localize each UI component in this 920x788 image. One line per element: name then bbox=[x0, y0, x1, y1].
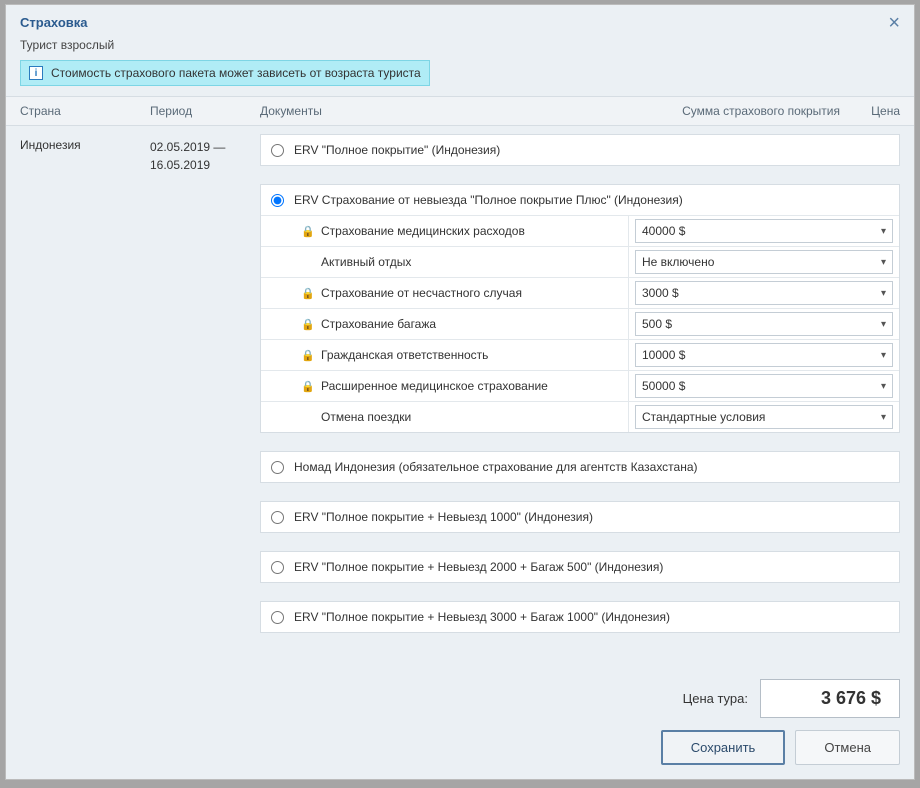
package-row[interactable]: ERV "Полное покрытие + Невыезд 1000" (Ин… bbox=[261, 502, 899, 532]
coverage-select[interactable]: Стандартные условия bbox=[635, 405, 893, 429]
col-coverage: Сумма страхового покрытия bbox=[640, 104, 840, 118]
coverage-options: 🔒 Страхование медицинских расходов 40000… bbox=[261, 215, 899, 432]
coverage-select[interactable]: 40000 $ bbox=[635, 219, 893, 243]
package-radio[interactable] bbox=[271, 461, 284, 474]
coverage-row: Отмена поездки Стандартные условия bbox=[261, 402, 899, 432]
col-period: Период bbox=[150, 104, 260, 118]
coverage-label: Страхование медицинских расходов bbox=[321, 224, 525, 238]
tourist-subtitle: Турист взрослый bbox=[6, 38, 914, 60]
lock-icon: 🔒 bbox=[301, 287, 313, 300]
coverage-label-cell: 🔒 Страхование от несчастного случая bbox=[261, 278, 629, 308]
close-icon[interactable]: × bbox=[888, 13, 900, 33]
coverage-label: Расширенное медицинское страхование bbox=[321, 379, 548, 393]
package-radio[interactable] bbox=[271, 561, 284, 574]
package-radio[interactable] bbox=[271, 194, 284, 207]
coverage-select[interactable]: Не включено bbox=[635, 250, 893, 274]
package-option: Номад Индонезия (обязательное страховани… bbox=[260, 451, 900, 483]
coverage-value-cell: 10000 $ bbox=[629, 340, 899, 370]
coverage-row: Активный отдых Не включено bbox=[261, 247, 899, 278]
package-option: ERV "Полное покрытие + Невыезд 2000 + Ба… bbox=[260, 551, 900, 583]
package-option-selected: ERV Страхование от невыезда "Полное покр… bbox=[260, 184, 900, 433]
cancel-button[interactable]: Отмена bbox=[795, 730, 900, 765]
coverage-label-cell: Активный отдых bbox=[261, 247, 629, 277]
coverage-value-cell: Не включено bbox=[629, 247, 899, 277]
coverage-select[interactable]: 500 $ bbox=[635, 312, 893, 336]
package-radio[interactable] bbox=[271, 511, 284, 524]
coverage-select[interactable]: 3000 $ bbox=[635, 281, 893, 305]
country-value: Индонезия bbox=[20, 134, 150, 651]
coverage-label: Страхование от несчастного случая bbox=[321, 286, 522, 300]
coverage-row: 🔒 Расширенное медицинское страхование 50… bbox=[261, 371, 899, 402]
coverage-label-cell: 🔒 Страхование медицинских расходов bbox=[261, 216, 629, 246]
save-button[interactable]: Сохранить bbox=[661, 730, 786, 765]
coverage-label: Страхование багажа bbox=[321, 317, 436, 331]
info-text: Стоимость страхового пакета может зависе… bbox=[51, 66, 421, 80]
coverage-label-cell: Отмена поездки bbox=[261, 402, 629, 432]
modal-title: Страховка bbox=[20, 15, 900, 30]
coverage-label-cell: 🔒 Гражданская ответственность bbox=[261, 340, 629, 370]
price-label: Цена тура: bbox=[683, 691, 748, 706]
col-price: Цена bbox=[840, 104, 900, 118]
columns-header: Страна Период Документы Сумма страхового… bbox=[6, 96, 914, 126]
package-option: ERV "Полное покрытие" (Индонезия) bbox=[260, 134, 900, 166]
coverage-label: Гражданская ответственность bbox=[321, 348, 488, 362]
period-value: 02.05.2019 — 16.05.2019 bbox=[150, 134, 260, 651]
coverage-label-cell: 🔒 Расширенное медицинское страхование bbox=[261, 371, 629, 401]
package-row[interactable]: Номад Индонезия (обязательное страховани… bbox=[261, 452, 899, 482]
package-label: ERV Страхование от невыезда "Полное покр… bbox=[294, 193, 683, 207]
price-value: 3 676 $ bbox=[760, 679, 900, 718]
package-label: ERV "Полное покрытие + Невыезд 3000 + Ба… bbox=[294, 610, 670, 624]
package-row[interactable]: ERV "Полное покрытие + Невыезд 2000 + Ба… bbox=[261, 552, 899, 582]
col-country: Страна bbox=[20, 104, 150, 118]
insurance-modal: Страховка × Турист взрослый i Стоимость … bbox=[5, 4, 915, 780]
content-body: Индонезия 02.05.2019 — 16.05.2019 ERV "П… bbox=[6, 126, 914, 651]
package-radio[interactable] bbox=[271, 611, 284, 624]
coverage-value-cell: 500 $ bbox=[629, 309, 899, 339]
package-row[interactable]: ERV "Полное покрытие" (Индонезия) bbox=[261, 135, 899, 165]
lock-icon: 🔒 bbox=[301, 225, 313, 238]
coverage-row: 🔒 Страхование медицинских расходов 40000… bbox=[261, 216, 899, 247]
package-label: ERV "Полное покрытие" (Индонезия) bbox=[294, 143, 500, 157]
lock-icon: 🔒 bbox=[301, 349, 313, 362]
lock-icon: 🔒 bbox=[301, 318, 313, 331]
package-row[interactable]: ERV Страхование от невыезда "Полное покр… bbox=[261, 185, 899, 215]
packages-area: ERV "Полное покрытие" (Индонезия) ERV Ст… bbox=[260, 134, 900, 651]
modal-header: Страховка × bbox=[6, 5, 914, 38]
tour-price-row: Цена тура: 3 676 $ bbox=[683, 679, 900, 718]
info-banner: i Стоимость страхового пакета может зави… bbox=[20, 60, 430, 86]
period-to: 16.05.2019 bbox=[150, 158, 210, 172]
coverage-value-cell: 50000 $ bbox=[629, 371, 899, 401]
package-row[interactable]: ERV "Полное покрытие + Невыезд 3000 + Ба… bbox=[261, 602, 899, 632]
package-option: ERV "Полное покрытие + Невыезд 1000" (Ин… bbox=[260, 501, 900, 533]
info-icon: i bbox=[29, 66, 43, 80]
package-label: Номад Индонезия (обязательное страховани… bbox=[294, 460, 698, 474]
modal-footer: Цена тура: 3 676 $ Сохранить Отмена bbox=[6, 665, 914, 779]
coverage-row: 🔒 Страхование багажа 500 $ bbox=[261, 309, 899, 340]
coverage-row: 🔒 Гражданская ответственность 10000 $ bbox=[261, 340, 899, 371]
coverage-select[interactable]: 10000 $ bbox=[635, 343, 893, 367]
coverage-select[interactable]: 50000 $ bbox=[635, 374, 893, 398]
lock-icon: 🔒 bbox=[301, 380, 313, 393]
coverage-label-cell: 🔒 Страхование багажа bbox=[261, 309, 629, 339]
package-label: ERV "Полное покрытие + Невыезд 1000" (Ин… bbox=[294, 510, 593, 524]
package-label: ERV "Полное покрытие + Невыезд 2000 + Ба… bbox=[294, 560, 663, 574]
button-row: Сохранить Отмена bbox=[661, 730, 900, 765]
coverage-label: Активный отдых bbox=[321, 255, 411, 269]
package-option: ERV "Полное покрытие + Невыезд 3000 + Ба… bbox=[260, 601, 900, 633]
coverage-value-cell: 3000 $ bbox=[629, 278, 899, 308]
coverage-label: Отмена поездки bbox=[321, 410, 411, 424]
coverage-value-cell: 40000 $ bbox=[629, 216, 899, 246]
period-from: 02.05.2019 — bbox=[150, 140, 225, 154]
coverage-value-cell: Стандартные условия bbox=[629, 402, 899, 432]
package-radio[interactable] bbox=[271, 144, 284, 157]
col-documents: Документы bbox=[260, 104, 640, 118]
coverage-row: 🔒 Страхование от несчастного случая 3000… bbox=[261, 278, 899, 309]
